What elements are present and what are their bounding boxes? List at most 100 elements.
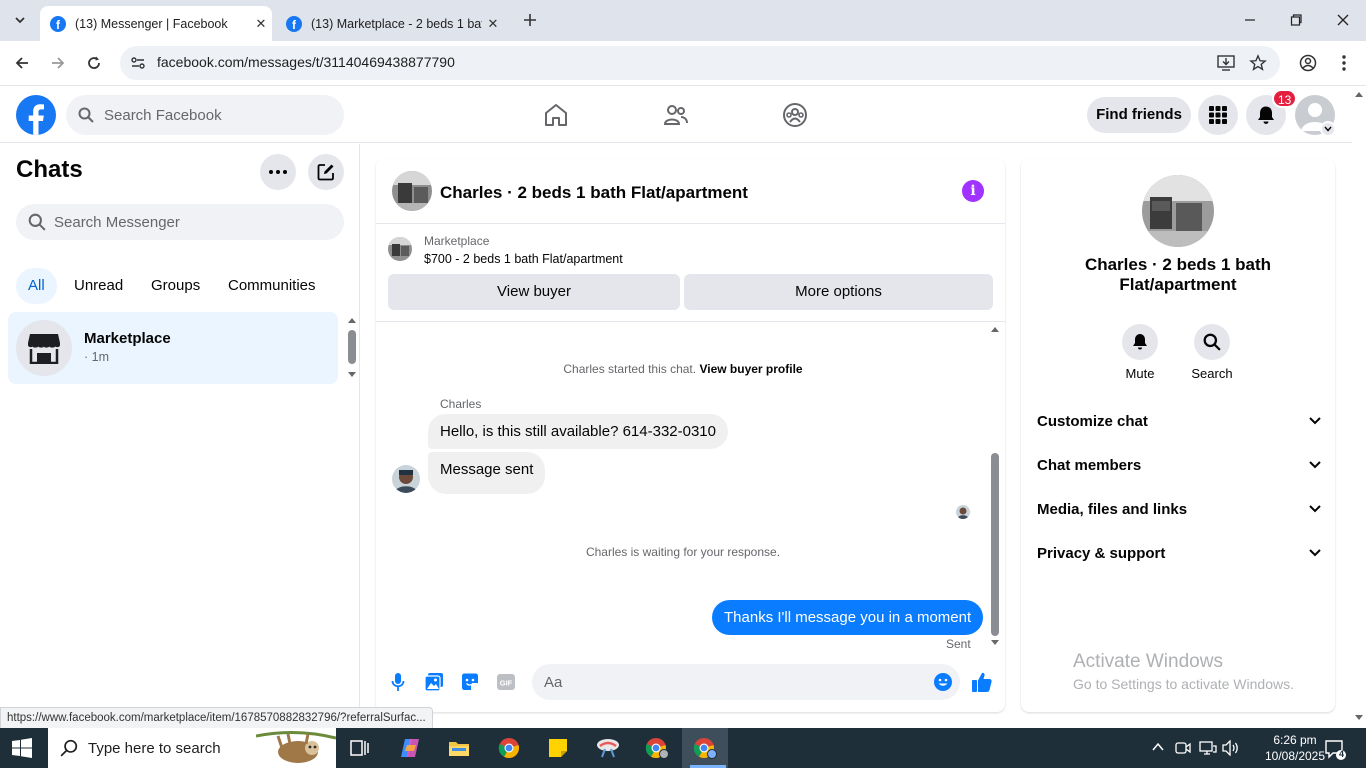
view-buyer-button[interactable]: View buyer bbox=[388, 274, 680, 310]
clock-time: 6:26 pm bbox=[1273, 733, 1317, 747]
chat-members-row[interactable]: Chat members bbox=[1037, 453, 1321, 477]
copilot-icon[interactable] bbox=[390, 730, 430, 766]
sticky-notes-icon[interactable] bbox=[538, 730, 578, 766]
conversation-avatar[interactable] bbox=[392, 171, 432, 211]
chrome-profile-icon[interactable] bbox=[637, 730, 677, 766]
task-view-icon[interactable] bbox=[340, 730, 380, 766]
gif-icon[interactable]: GIF bbox=[494, 670, 518, 694]
find-friends-button[interactable]: Find friends bbox=[1087, 97, 1191, 133]
incoming-message[interactable]: Hello, is this still available? 614-332-… bbox=[428, 414, 728, 449]
seen-receipt-avatar bbox=[956, 505, 970, 519]
waiting-notice: Charles is waiting for your response. bbox=[585, 545, 781, 559]
more-dots-icon bbox=[269, 170, 287, 174]
chevron-down-icon bbox=[1309, 549, 1321, 557]
friends-nav-icon[interactable] bbox=[661, 100, 691, 130]
facebook-search-input[interactable]: Search Facebook bbox=[66, 95, 344, 135]
more-options-button[interactable]: More options bbox=[684, 274, 993, 310]
notification-badge: 13 bbox=[1272, 89, 1298, 108]
filter-communities[interactable]: Communities bbox=[216, 268, 328, 304]
volume-icon[interactable] bbox=[1222, 740, 1240, 756]
media-files-links-row[interactable]: Media, files and links bbox=[1037, 497, 1321, 521]
file-explorer-icon[interactable] bbox=[439, 730, 479, 766]
chat-started-notice: Charles started this chat. View buyer pr… bbox=[376, 362, 990, 376]
tab-title: (13) Messenger | Facebook bbox=[75, 16, 228, 31]
reload-icon[interactable] bbox=[82, 51, 106, 75]
incoming-message[interactable]: Message sent bbox=[428, 452, 546, 494]
filter-unread[interactable]: Unread bbox=[62, 268, 135, 304]
groups-nav-icon[interactable] bbox=[780, 100, 810, 130]
back-icon[interactable] bbox=[10, 51, 34, 75]
site-info-icon[interactable] bbox=[126, 51, 150, 75]
search-icon bbox=[28, 213, 46, 231]
system-clock[interactable]: 6:26 pm 10/08/2025 bbox=[1260, 732, 1330, 764]
divider bbox=[376, 321, 1005, 322]
conversation-title[interactable]: Charles · 2 beds 1 bath Flat/apartment bbox=[440, 183, 748, 203]
forward-icon[interactable] bbox=[46, 51, 70, 75]
bookmark-star-icon[interactable] bbox=[1246, 51, 1270, 75]
bell-icon bbox=[1122, 324, 1158, 360]
activate-windows-subtitle: Go to Settings to activate Windows. bbox=[1073, 676, 1294, 692]
mute-action[interactable]: Mute bbox=[1110, 324, 1170, 381]
storefront-icon bbox=[28, 334, 60, 364]
emoji-icon[interactable] bbox=[931, 670, 955, 694]
home-nav-icon[interactable] bbox=[541, 100, 571, 130]
facebook-icon: f bbox=[286, 15, 302, 32]
view-buyer-profile-link[interactable]: View buyer profile bbox=[699, 362, 802, 376]
chat-list-scrollbar[interactable] bbox=[346, 316, 358, 380]
close-window-icon[interactable] bbox=[1331, 8, 1355, 32]
chrome-active-window-icon[interactable] bbox=[685, 730, 725, 766]
privacy-support-row[interactable]: Privacy & support bbox=[1037, 541, 1321, 565]
notification-center-icon[interactable]: 4 bbox=[1324, 738, 1346, 760]
new-tab-icon[interactable] bbox=[518, 8, 542, 32]
sticker-icon[interactable] bbox=[458, 670, 482, 694]
customize-chat-row[interactable]: Customize chat bbox=[1037, 409, 1321, 433]
install-app-icon[interactable] bbox=[1214, 51, 1238, 75]
link-status-url: https://www.facebook.com/marketplace/ite… bbox=[0, 707, 433, 729]
chevron-down-icon bbox=[1309, 461, 1321, 469]
menu-grid-button[interactable] bbox=[1198, 95, 1238, 135]
snipping-tool-icon[interactable] bbox=[588, 730, 628, 766]
conversation-scrollbar-thumb[interactable] bbox=[991, 453, 999, 636]
close-tab-icon[interactable]: ✕ bbox=[250, 16, 272, 32]
microphone-icon[interactable] bbox=[386, 670, 410, 694]
chat-options-button[interactable] bbox=[260, 154, 296, 190]
like-thumb-icon[interactable] bbox=[970, 670, 994, 694]
info-icon[interactable]: i bbox=[962, 180, 984, 202]
taskbar-search-box[interactable]: Type here to search bbox=[48, 728, 336, 768]
filter-all[interactable]: All bbox=[16, 268, 57, 304]
messenger-search-input[interactable]: Search Messenger bbox=[16, 204, 344, 240]
close-tab-icon[interactable]: ✕ bbox=[482, 16, 504, 32]
tab-messenger[interactable]: f (13) Messenger | Facebook ✕ bbox=[40, 6, 272, 41]
chrome-icon[interactable] bbox=[489, 730, 529, 766]
sloth-illustration-icon bbox=[256, 730, 336, 763]
minimize-icon[interactable] bbox=[1238, 8, 1262, 32]
message-input[interactable]: Aa bbox=[532, 664, 960, 700]
chevron-down-icon bbox=[1309, 417, 1321, 425]
info-avatar[interactable] bbox=[1142, 175, 1214, 247]
new-message-button[interactable] bbox=[308, 154, 344, 190]
photo-icon[interactable] bbox=[422, 670, 446, 694]
restore-icon[interactable] bbox=[1284, 8, 1308, 32]
tab-search-dropdown-icon[interactable] bbox=[8, 8, 32, 32]
windows-start-icon[interactable] bbox=[12, 738, 32, 758]
account-chevron-down-icon[interactable] bbox=[1320, 121, 1336, 137]
page-scrollbar[interactable] bbox=[1352, 87, 1366, 728]
divider bbox=[376, 223, 1005, 224]
url-text[interactable]: facebook.com/messages/t/3114046943887779… bbox=[157, 54, 455, 70]
tab-marketplace[interactable]: f (13) Marketplace - 2 beds 1 bath ✕ bbox=[276, 6, 504, 41]
section-label: Media, files and links bbox=[1037, 500, 1188, 518]
outgoing-message[interactable]: Thanks I'll message you in a moment bbox=[712, 600, 984, 635]
browser-menu-icon[interactable] bbox=[1332, 51, 1356, 75]
filter-groups[interactable]: Groups bbox=[139, 268, 212, 304]
sender-avatar[interactable] bbox=[392, 465, 420, 493]
meet-now-icon[interactable] bbox=[1175, 740, 1191, 756]
profile-icon[interactable] bbox=[1296, 51, 1320, 75]
show-hidden-icons-icon[interactable] bbox=[1151, 740, 1165, 754]
network-icon[interactable] bbox=[1199, 740, 1217, 756]
search-action[interactable]: Search bbox=[1182, 324, 1242, 381]
sent-status: Sent bbox=[946, 637, 971, 651]
listing-title[interactable]: $700 - 2 beds 1 bath Flat/apartment bbox=[424, 252, 623, 266]
facebook-logo[interactable] bbox=[16, 95, 56, 135]
chat-name: Marketplace bbox=[84, 330, 171, 347]
listing-thumbnail[interactable] bbox=[388, 237, 412, 261]
